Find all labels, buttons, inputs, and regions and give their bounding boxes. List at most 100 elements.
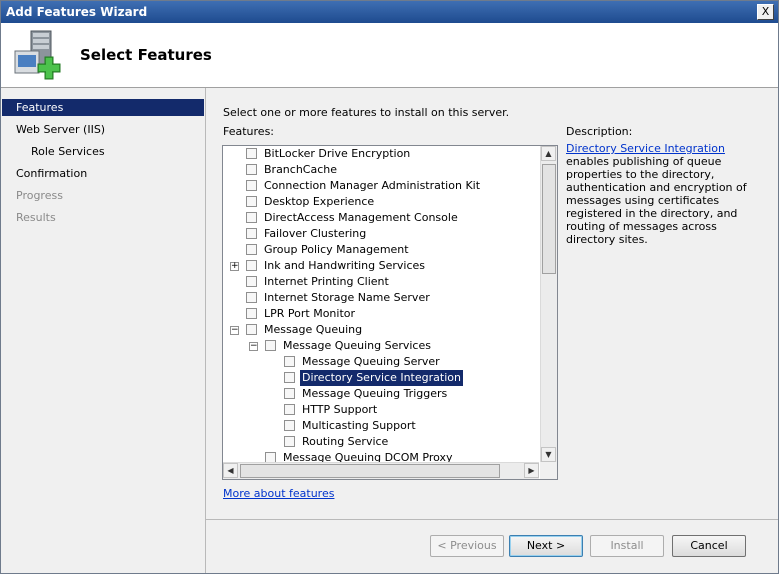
description-text: Directory Service Integration enables pu… [566, 142, 766, 246]
feature-row[interactable]: − Message Queuing Services [223, 338, 539, 354]
feature-label: Directory Service Integration [300, 370, 463, 386]
vertical-scrollbar[interactable]: ▲ ▼ [540, 146, 557, 462]
feature-checkbox[interactable] [284, 356, 295, 367]
feature-row[interactable]: + Ink and Handwriting Services [223, 258, 539, 274]
feature-checkbox[interactable] [284, 404, 295, 415]
feature-checkbox[interactable] [265, 340, 276, 351]
more-about-features-link[interactable]: More about features [223, 487, 334, 500]
feature-label: HTTP Support [302, 403, 378, 416]
cancel-button[interactable]: Cancel [672, 535, 746, 557]
feature-label: LPR Port Monitor [264, 307, 356, 320]
next-button[interactable]: Next > [509, 535, 583, 557]
install-button[interactable]: Install [590, 535, 664, 557]
title-bar: Add Features Wizard X [1, 1, 778, 23]
horizontal-scrollbar[interactable]: ◀ ▶ [223, 462, 539, 479]
feature-checkbox[interactable] [246, 212, 257, 223]
feature-label: Message Queuing [264, 323, 363, 336]
nav-item-progress: Progress [2, 187, 204, 204]
feature-label: Routing Service [302, 435, 389, 448]
feature-row[interactable]: Group Policy Management [223, 242, 539, 258]
feature-checkbox[interactable] [246, 308, 257, 319]
feature-label: BitLocker Drive Encryption [264, 147, 411, 160]
feature-label: Message Queuing Services [283, 339, 431, 352]
nav-label: Confirmation [16, 167, 88, 180]
feature-checkbox[interactable] [246, 276, 257, 287]
feature-row[interactable]: Directory Service Integration [223, 370, 539, 386]
nav-item-results: Results [2, 209, 204, 226]
feature-row[interactable]: Multicasting Support [223, 418, 539, 434]
feature-checkbox[interactable] [246, 244, 257, 255]
horizontal-scroll-thumb[interactable] [240, 464, 500, 478]
nav-item-role-services[interactable]: Role Services [2, 143, 204, 160]
feature-row[interactable]: LPR Port Monitor [223, 306, 539, 322]
nav-item-confirmation[interactable]: Confirmation [2, 165, 204, 182]
nav-item-features[interactable]: Features [2, 99, 204, 116]
feature-label: Internet Storage Name Server [264, 291, 430, 304]
feature-label: Message Queuing DCOM Proxy [283, 451, 453, 462]
window-title: Add Features Wizard [6, 5, 148, 19]
feature-checkbox[interactable] [246, 148, 257, 159]
scroll-down-button[interactable]: ▼ [541, 447, 556, 462]
feature-row[interactable]: DirectAccess Management Console [223, 210, 539, 226]
feature-row[interactable]: Internet Printing Client [223, 274, 539, 290]
scroll-up-button[interactable]: ▲ [541, 146, 556, 161]
collapse-icon[interactable]: − [249, 342, 258, 351]
close-button[interactable]: X [757, 4, 774, 20]
nav-label: Features [16, 101, 64, 114]
feature-row[interactable]: Connection Manager Administration Kit [223, 178, 539, 194]
content-panel: Select one or more features to install o… [206, 88, 778, 518]
feature-row[interactable]: Failover Clustering [223, 226, 539, 242]
feature-label: Ink and Handwriting Services [264, 259, 426, 272]
feature-checkbox[interactable] [246, 292, 257, 303]
expand-icon[interactable]: + [230, 262, 239, 271]
intro-text: Select one or more features to install o… [223, 106, 510, 119]
features-tree-rows: BitLocker Drive Encryption BranchCache Con… [223, 146, 539, 462]
feature-row[interactable]: Internet Storage Name Server [223, 290, 539, 306]
feature-label: Message Queuing Server [302, 355, 440, 368]
feature-row[interactable]: Message Queuing Server [223, 354, 539, 370]
feature-row[interactable]: Desktop Experience [223, 194, 539, 210]
feature-checkbox[interactable] [246, 260, 257, 271]
features-tree[interactable]: BitLocker Drive Encryption BranchCache Con… [222, 145, 558, 480]
feature-checkbox[interactable] [265, 452, 276, 462]
collapse-icon[interactable]: − [230, 326, 239, 335]
page-title: Select Features [80, 46, 212, 64]
feature-checkbox[interactable] [246, 324, 257, 335]
feature-label: Group Policy Management [264, 243, 409, 256]
feature-label: Multicasting Support [302, 419, 416, 432]
wizard-nav: Features Web Server (IIS) Role Services … [2, 96, 204, 572]
description-link[interactable]: Directory Service Integration [566, 142, 725, 155]
nav-item-web-server[interactable]: Web Server (IIS) [2, 121, 204, 138]
scroll-left-button[interactable]: ◀ [223, 463, 238, 478]
previous-button[interactable]: < Previous [430, 535, 504, 557]
feature-label: DirectAccess Management Console [264, 211, 458, 224]
feature-checkbox[interactable] [284, 372, 295, 383]
feature-row[interactable]: Message Queuing DCOM Proxy [223, 450, 539, 462]
feature-checkbox[interactable] [246, 164, 257, 175]
description-label: Description: [566, 125, 633, 138]
feature-label: Internet Printing Client [264, 275, 389, 288]
feature-checkbox[interactable] [246, 196, 257, 207]
feature-row[interactable]: Routing Service [223, 434, 539, 450]
scroll-corner [540, 462, 557, 479]
vertical-scroll-thumb[interactable] [542, 164, 556, 274]
feature-row[interactable]: BranchCache [223, 162, 539, 178]
feature-checkbox[interactable] [246, 180, 257, 191]
nav-label: Web Server (IIS) [16, 123, 106, 136]
feature-label: BranchCache [264, 163, 338, 176]
feature-checkbox[interactable] [246, 228, 257, 239]
nav-label: Progress [16, 189, 63, 202]
feature-checkbox[interactable] [284, 436, 295, 447]
feature-row[interactable]: BitLocker Drive Encryption [223, 146, 539, 162]
feature-row[interactable]: HTTP Support [223, 402, 539, 418]
wizard-window: Add Features Wizard X Select Features Fe… [0, 0, 779, 574]
feature-checkbox[interactable] [284, 420, 295, 431]
feature-label: Desktop Experience [264, 195, 375, 208]
server-features-icon [14, 30, 61, 80]
wizard-header: Select Features [1, 23, 778, 88]
feature-checkbox[interactable] [284, 388, 295, 399]
feature-row[interactable]: Message Queuing Triggers [223, 386, 539, 402]
description-body: enables publishing of queue properties t… [566, 155, 747, 246]
scroll-right-button[interactable]: ▶ [524, 463, 539, 478]
feature-row[interactable]: − Message Queuing [223, 322, 539, 338]
